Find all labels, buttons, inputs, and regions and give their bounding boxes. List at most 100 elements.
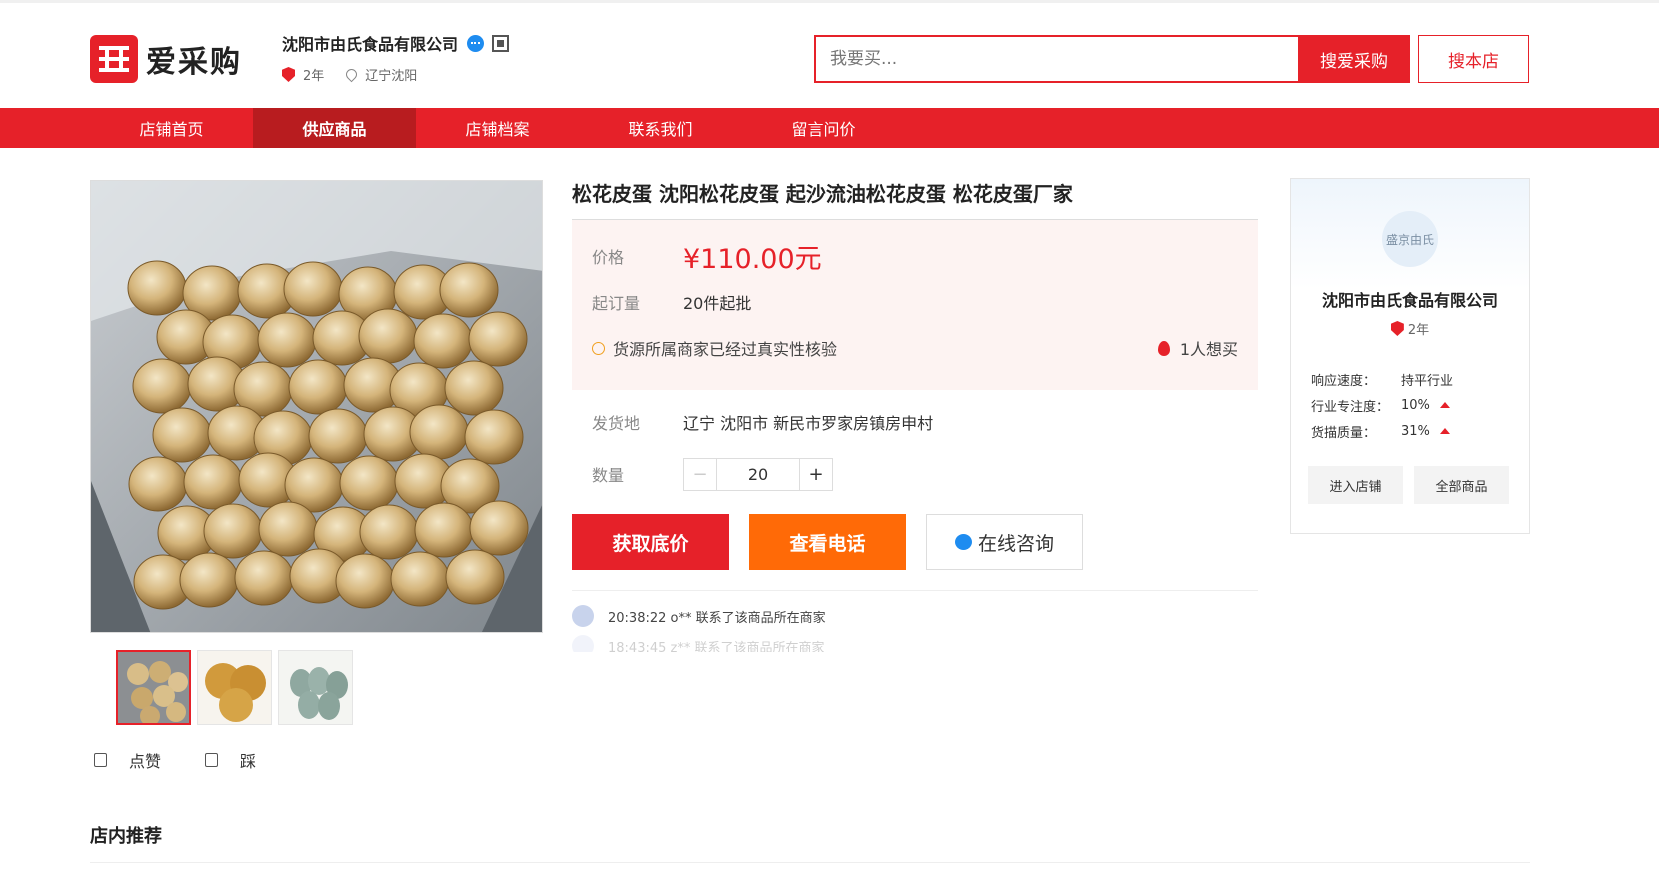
egg-shape [127,260,187,316]
verified-text: 货源所属商家已经过真实性核验 [613,340,838,359]
fire-icon [1157,340,1170,356]
recommend-divider [90,862,1530,882]
recommend-title: 店内推荐 [90,826,162,847]
nav-item-contact[interactable]: 联系我们 [579,108,742,148]
search-input[interactable] [814,35,1298,83]
egg-shape [439,262,499,318]
store-search-button[interactable]: 搜本店 [1418,35,1529,83]
egg-shape [258,501,318,557]
feed-item: 20:38:22 o** 联系了该商品所在商家 [572,601,1258,631]
egg-shape [288,359,348,415]
egg-shape [335,553,395,609]
arrow-up-icon [1439,428,1450,434]
thumbnail-1[interactable] [116,650,191,725]
shield-icon [1390,321,1404,336]
nav-item-home[interactable]: 店铺首页 [90,108,253,148]
vote-bar: 点赞 踩 [94,748,300,772]
shop-age: 2年 [303,69,325,84]
nav-item-profile[interactable]: 店铺档案 [416,108,579,148]
site-logo[interactable]: 爱采购 [90,35,242,83]
shop-nav: 店铺首页 供应商品 店铺档案 联系我们 留言问价 [0,108,1659,148]
qr-code-icon[interactable] [492,34,510,52]
egg-shape [339,455,399,511]
quantity-stepper: − 20 + [683,457,833,491]
logo-text: 爱采购 [146,45,242,80]
all-products-button[interactable]: 全部商品 [1414,466,1509,504]
online-consult-label: 在线咨询 [977,532,1054,555]
logo-icon [90,35,138,83]
chat-icon [954,534,972,550]
egg-shape [183,454,243,510]
shop-info: 沈阳市由氏食品有限公司 2年 辽宁沈阳 [282,31,510,84]
thumbs-down-icon [205,753,219,767]
nav-item-products[interactable]: 供应商品 [253,108,416,148]
verified-icon [467,34,485,52]
dislike-label: 踩 [240,752,257,771]
shop-card-age: 2年 [1407,323,1430,338]
nav-item-message[interactable]: 留言问价 [742,108,905,148]
online-consult-button[interactable]: 在线咨询 [926,514,1083,570]
like-button[interactable]: 点赞 [94,748,183,772]
stat-focus-label: 行业专注度： [1311,399,1390,415]
egg-shape [468,311,528,367]
stat-quality-value: 31% [1401,423,1430,439]
feed-text: 18:43:45 z** 联系了该商品所在商家 [608,640,825,653]
egg-shape [152,407,212,463]
feed-text: 20:38:22 o** 联系了该商品所在商家 [608,610,826,626]
enter-shop-button[interactable]: 进入店铺 [1308,466,1403,504]
egg-shape [128,456,188,512]
stat-focus-value: 10% [1401,397,1430,413]
egg-shape [359,504,419,560]
dislike-button[interactable]: 踩 [205,748,278,772]
contact-feed: 20:38:22 o** 联系了该商品所在商家 18:43:45 z** 联系了… [572,590,1258,652]
view-phone-button[interactable]: 查看电话 [749,514,906,570]
qty-label: 数量 [592,466,625,485]
egg-shape [444,360,504,416]
shop-card: 盛京由氏 沈阳市由氏食品有限公司 2年 响应速度： 持平行业 行业专注度： 10… [1290,178,1530,534]
qty-plus-button[interactable]: + [800,459,832,490]
thumbnail-strip [116,650,359,725]
avatar [572,605,594,627]
stat-response-value: 持平行业 [1401,373,1454,389]
stat-response-label: 响应速度： [1311,373,1377,389]
ship-label: 发货地 [592,414,641,433]
search-bar: 搜爱采购 [814,35,1410,83]
want-count: 1人想买 [1179,340,1238,359]
shop-stats: 响应速度： 持平行业 行业专注度： 10% 货描质量： 31% [1311,366,1529,444]
get-lowest-price-button[interactable]: 获取底价 [572,514,729,570]
product-info: 松花皮蛋 沈阳松花皮蛋 起沙流油松花皮蛋 松花皮蛋厂家 价格 ¥110.00元 … [572,178,1258,652]
thumbnail-3[interactable] [278,650,353,725]
product-main-image[interactable] [90,180,543,633]
egg-shape [203,503,263,559]
action-buttons: 获取底价 查看电话 在线咨询 [572,514,1258,570]
arrow-up-icon [1439,402,1450,408]
shop-location: 辽宁沈阳 [365,69,418,84]
stat-quality-label: 货描质量： [1311,425,1377,441]
shield-icon [282,67,295,82]
egg-shape [283,261,343,317]
ship-from: 辽宁 沈阳市 新民市罗家房镇房申村 [683,414,934,433]
moq-value: 20件起批 [683,294,752,313]
product-title: 松花皮蛋 沈阳松花皮蛋 起沙流油松花皮蛋 松花皮蛋厂家 [572,178,1258,220]
shop-name[interactable]: 沈阳市由氏食品有限公司 [282,31,458,55]
price-panel: 价格 ¥110.00元 起订量 20件起批 货源所属商家已经过真实性核验 1人想… [572,220,1258,390]
moq-label: 起订量 [592,294,641,313]
search-button[interactable]: 搜爱采购 [1298,35,1410,83]
egg-shape [358,308,418,364]
avatar [572,635,594,652]
egg-shape [234,550,294,606]
feed-item: 18:43:45 z** 联系了该商品所在商家 [572,631,1258,652]
location-icon [344,66,360,83]
egg-shape [390,551,450,607]
qty-input[interactable]: 20 [716,458,800,490]
thumbnail-2[interactable] [197,650,272,725]
price-label: 价格 [592,248,625,267]
egg-shape [132,358,192,414]
thumbs-up-icon [94,753,107,767]
egg-shape [257,312,317,368]
qty-minus-button[interactable]: − [684,459,716,490]
shop-logo[interactable]: 盛京由氏 [1382,211,1438,267]
egg-shape [414,502,474,558]
shop-card-name[interactable]: 沈阳市由氏食品有限公司 [1291,287,1529,311]
egg-shape [308,408,368,464]
